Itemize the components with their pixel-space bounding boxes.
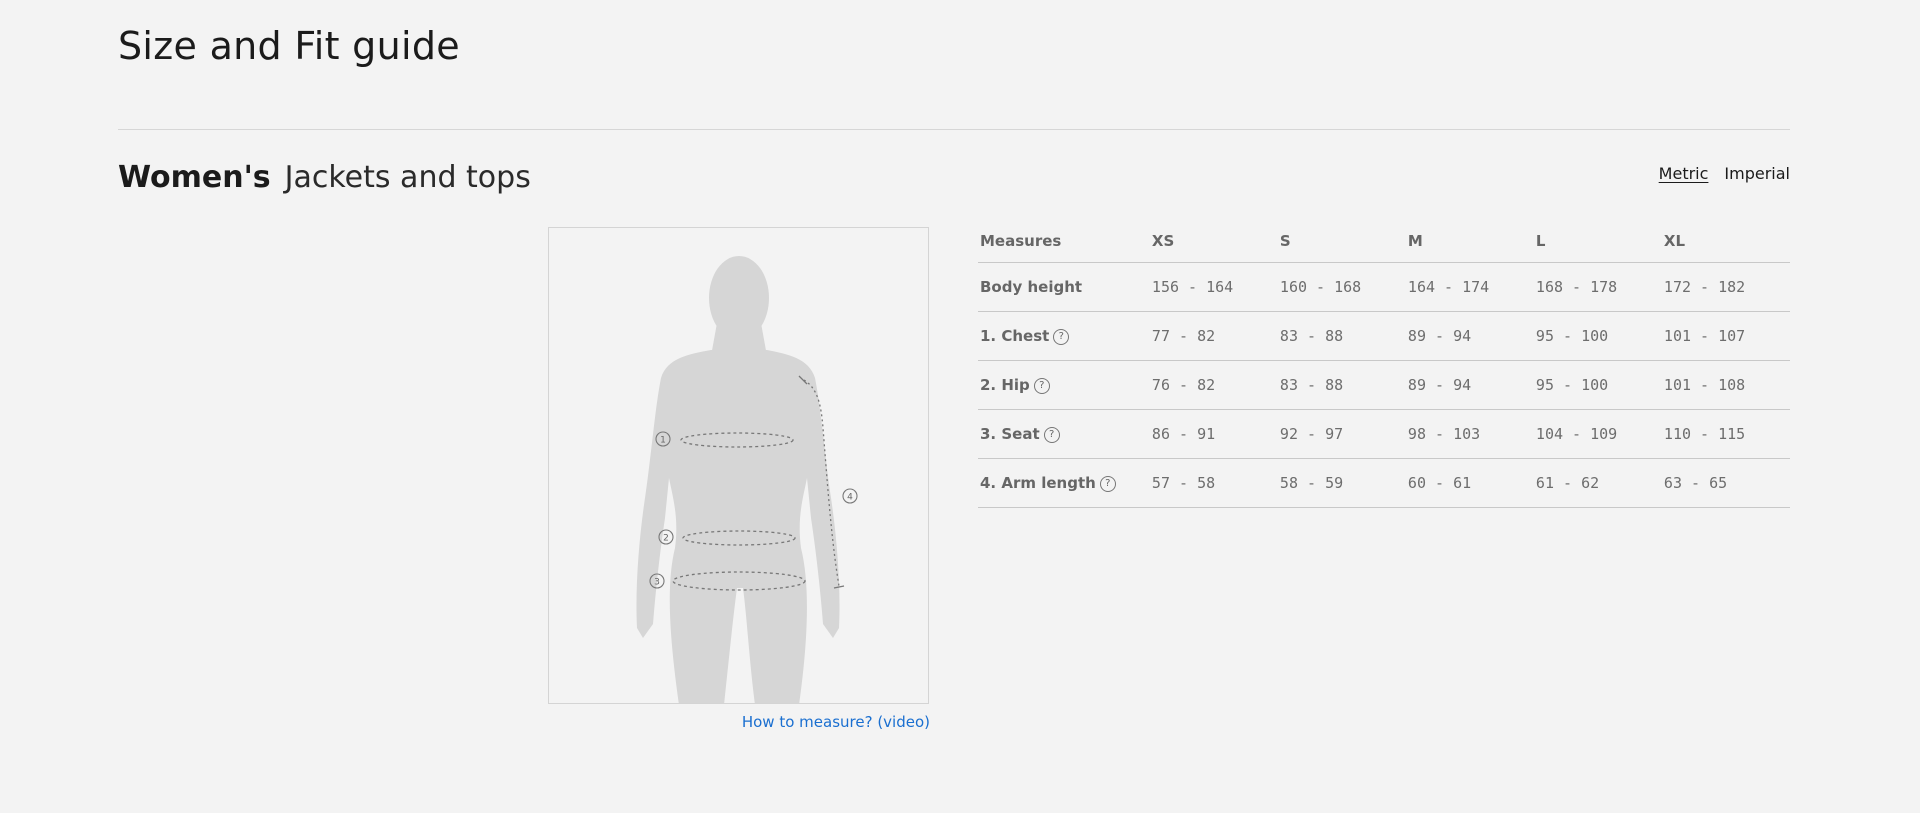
table-row: Body height 156 - 164 160 - 168 164 - 17… (978, 262, 1790, 312)
table-cell: 95 - 100 (1533, 360, 1662, 410)
size-guide-page: Size and Fit guide Women's Jackets and to… (0, 0, 1920, 813)
row-label-text: 4. Arm length (980, 474, 1096, 492)
row-label: 1. Chest? (978, 311, 1150, 361)
row-label-text: Body height (980, 278, 1083, 296)
table-cell: 104 - 109 (1533, 409, 1662, 459)
header-size-xs: XS (1149, 220, 1278, 263)
row-label: 4. Arm length? (978, 458, 1150, 508)
help-icon[interactable]: ? (1053, 328, 1070, 345)
unit-option-metric[interactable]: Metric (1659, 164, 1709, 183)
table-cell: 92 - 97 (1277, 409, 1406, 459)
marker-2-label: 2 (663, 534, 669, 544)
marker-1-label: 1 (660, 436, 666, 446)
table-cell: 160 - 168 (1277, 262, 1406, 312)
measurement-figure: 1 2 3 4 (548, 227, 929, 704)
table-cell: 61 - 62 (1533, 458, 1662, 508)
table-row: 3. Seat? 86 - 91 92 - 97 98 - 103 104 - … (978, 409, 1790, 459)
header-size-s: S (1277, 220, 1406, 263)
table-row: 1. Chest? 77 - 82 83 - 88 89 - 94 95 - 1… (978, 311, 1790, 361)
table-header-row: Measures XS S M L XL (978, 220, 1790, 263)
table-cell: 60 - 61 (1405, 458, 1534, 508)
table-cell: 77 - 82 (1149, 311, 1278, 361)
row-label: Body height (978, 262, 1150, 312)
table-cell: 110 - 115 (1661, 409, 1790, 459)
unit-toggle: Metric Imperial (1640, 164, 1790, 183)
table-cell: 98 - 103 (1405, 409, 1534, 459)
table-row: 2. Hip? 76 - 82 83 - 88 89 - 94 95 - 100… (978, 360, 1790, 410)
table-cell: 101 - 108 (1661, 360, 1790, 410)
how-to-measure-video-link[interactable]: How to measure? (video) (548, 713, 930, 731)
category-label: Jackets and tops (284, 160, 531, 195)
table-cell: 89 - 94 (1405, 360, 1534, 410)
page-title: Size and Fit guide (118, 24, 460, 68)
table-cell: 83 - 88 (1277, 360, 1406, 410)
table-cell: 164 - 174 (1405, 262, 1534, 312)
section-heading: Women's Jackets and tops (118, 160, 531, 195)
table-cell: 95 - 100 (1533, 311, 1662, 361)
table-cell: 101 - 107 (1661, 311, 1790, 361)
silhouette-body (636, 350, 840, 703)
table-row: 4. Arm length? 57 - 58 58 - 59 60 - 61 6… (978, 458, 1790, 508)
row-label: 3. Seat? (978, 409, 1150, 459)
header-size-xl: XL (1661, 220, 1790, 263)
row-label: 2. Hip? (978, 360, 1150, 410)
help-icon[interactable]: ? (1043, 426, 1060, 443)
row-label-text: 1. Chest (980, 327, 1050, 345)
marker-4: 4 (842, 488, 858, 504)
header-size-m: M (1405, 220, 1534, 263)
size-chart-table: Measures XS S M L XL Body height 156 - 1… (978, 220, 1790, 508)
table-cell: 86 - 91 (1149, 409, 1278, 459)
marker-3-label: 3 (654, 578, 660, 588)
table-cell: 89 - 94 (1405, 311, 1534, 361)
table-cell: 58 - 59 (1277, 458, 1406, 508)
table-cell: 57 - 58 (1149, 458, 1278, 508)
header-divider (118, 129, 1790, 130)
marker-4-label: 4 (847, 493, 853, 503)
row-label-text: 2. Hip (980, 376, 1030, 394)
table-cell: 76 - 82 (1149, 360, 1278, 410)
row-label-text: 3. Seat (980, 425, 1040, 443)
unit-option-imperial[interactable]: Imperial (1724, 164, 1790, 183)
table-cell: 168 - 178 (1533, 262, 1662, 312)
table-cell: 63 - 65 (1661, 458, 1790, 508)
table-cell: 172 - 182 (1661, 262, 1790, 312)
header-measures: Measures (978, 220, 1150, 263)
header-size-l: L (1533, 220, 1662, 263)
help-icon[interactable]: ? (1033, 377, 1050, 394)
body-silhouette-illustration: 1 2 3 4 (636, 256, 858, 703)
table-cell: 156 - 164 (1149, 262, 1278, 312)
table-cell: 83 - 88 (1277, 311, 1406, 361)
help-icon[interactable]: ? (1099, 475, 1116, 492)
gender-label: Women's (118, 160, 271, 195)
